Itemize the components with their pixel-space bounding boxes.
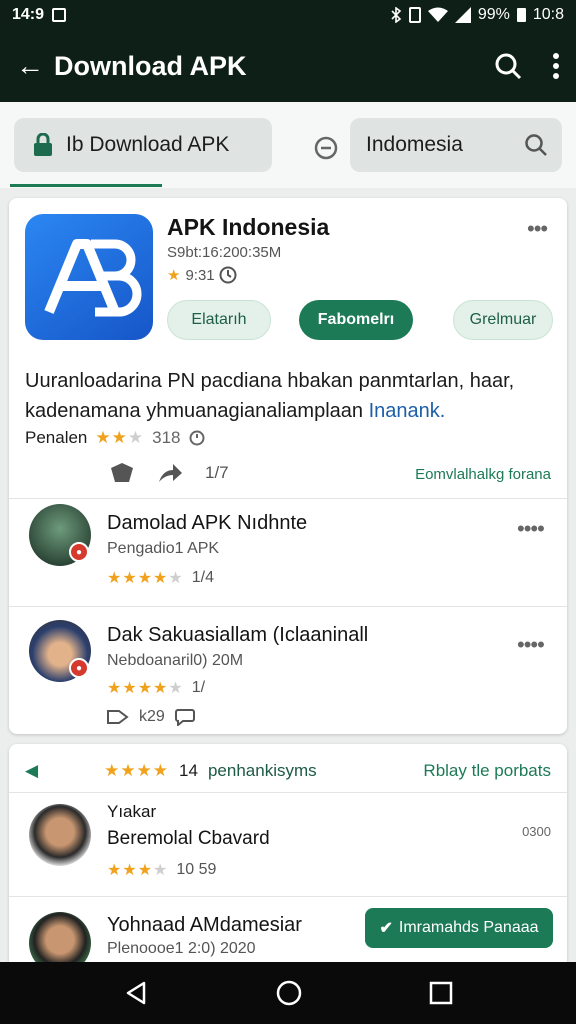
rating-stars: ★★★★★ bbox=[107, 570, 184, 587]
search-icon[interactable] bbox=[524, 133, 548, 157]
meta-rating-row: Penalen ★★★ 318 bbox=[25, 428, 205, 448]
app-icon[interactable] bbox=[25, 214, 153, 340]
badge-icon: ● bbox=[69, 542, 89, 562]
rating-count: 10 59 bbox=[176, 861, 217, 878]
download-apk-tab[interactable]: Ib Download APK bbox=[14, 118, 272, 172]
results-header: ◀ ★★★★ 14 penhankisyms Rblay tle porbats bbox=[25, 756, 551, 786]
bluetooth-icon bbox=[391, 7, 402, 23]
divider bbox=[9, 606, 567, 607]
app-title: APK Indonesia bbox=[167, 214, 330, 240]
vibrate-icon bbox=[408, 7, 421, 23]
search-icon[interactable] bbox=[494, 52, 522, 80]
header-stars: ★★★★ bbox=[104, 761, 170, 780]
meta-label: Penalen bbox=[25, 428, 88, 447]
system-nav-bar bbox=[0, 962, 576, 1024]
results-card: ◀ ★★★★ 14 penhankisyms Rblay tle porbats… bbox=[9, 744, 567, 974]
search-row: Ib Download APK Indomesia bbox=[0, 102, 576, 188]
meta-stars: ★★★ bbox=[95, 428, 145, 447]
divider bbox=[9, 792, 567, 793]
description-link[interactable]: Inanank. bbox=[369, 400, 446, 422]
meta-count: 318 bbox=[152, 428, 181, 447]
status-time: 14:9 bbox=[12, 6, 45, 23]
info-icon[interactable] bbox=[219, 266, 237, 284]
battery-percent: 99% bbox=[477, 6, 510, 23]
app-logo-icon bbox=[44, 239, 142, 317]
filter-icon[interactable] bbox=[314, 136, 338, 160]
rating-stars: ★★★★ bbox=[107, 862, 169, 879]
status-clock: 10:8 bbox=[532, 6, 564, 23]
app-bar: ← Download APK bbox=[0, 30, 576, 102]
list-item-title[interactable]: Dak Sakuasiallam (Iclaaninall bbox=[107, 624, 368, 647]
list-item-subtitle: Nebdoanaril0) 20M bbox=[107, 652, 244, 669]
description-line-2: kadenamana yhmuanagianaliamplaan bbox=[25, 400, 364, 422]
list-item-subtitle: Beremolal Cbavard bbox=[107, 828, 270, 849]
list-item-footer: k29 bbox=[107, 708, 195, 726]
header-link[interactable]: Rblay tle porbats bbox=[423, 761, 551, 781]
list-item-title[interactable]: Damolad APK Nıdhnte bbox=[107, 512, 307, 535]
secondary-button-right[interactable]: Grelmuar bbox=[453, 300, 553, 340]
header-count: 14 bbox=[179, 761, 198, 780]
share-icon[interactable] bbox=[157, 462, 183, 484]
more-link[interactable]: Eomvlalhalkg forana bbox=[415, 466, 551, 483]
list-item-title[interactable]: Yohnaad AMdamesiar bbox=[107, 914, 302, 937]
divider bbox=[9, 498, 567, 499]
wifi-icon bbox=[427, 7, 448, 22]
active-tab-indicator bbox=[10, 184, 162, 187]
list-item-rating: ★★★★★ 1/4 bbox=[107, 568, 214, 588]
back-arrow-icon[interactable]: ← bbox=[16, 50, 48, 82]
battery-icon bbox=[516, 8, 526, 22]
more-options-icon[interactable]: •••• bbox=[517, 516, 545, 542]
country-search-field[interactable]: Indomesia bbox=[350, 118, 562, 172]
divider bbox=[9, 896, 567, 897]
country-search-value: Indomesia bbox=[366, 133, 463, 156]
list-item-subtitle: Pengadio1 APK bbox=[107, 540, 220, 557]
more-options-icon[interactable]: ••• bbox=[527, 216, 548, 242]
avatar[interactable] bbox=[29, 804, 91, 866]
clock-icon bbox=[189, 430, 204, 446]
download-apk-tab-label: Ib Download APK bbox=[66, 133, 230, 156]
app-rating: ★ 9:31 bbox=[167, 266, 237, 284]
signal-icon bbox=[454, 7, 471, 23]
rating-count: 1/ bbox=[191, 679, 206, 696]
secondary-button-left[interactable]: Elatarıh bbox=[167, 300, 271, 340]
app-meta: S9bt:16:200:35M bbox=[167, 244, 282, 261]
list-item-subtitle: Plenoooe1 2:0) 2020 bbox=[107, 940, 256, 957]
download-icon[interactable] bbox=[109, 462, 135, 484]
overflow-menu-icon[interactable] bbox=[552, 53, 560, 79]
check-icon: ✔ bbox=[379, 920, 393, 937]
list-item-rating: ★★★★ 10 59 bbox=[107, 860, 216, 880]
recents-nav-icon[interactable] bbox=[428, 980, 454, 1006]
header-label: penhankisyms bbox=[207, 761, 317, 780]
app-description: Uuranloadarina PN pacdiana hbakan panmta… bbox=[25, 366, 555, 426]
badge-icon: ● bbox=[69, 658, 89, 678]
install-button[interactable]: ✔ Imramahds Panaaa bbox=[365, 908, 553, 948]
list-item-rating: ★★★★★ 1/ bbox=[107, 678, 205, 698]
footer-count: k29 bbox=[139, 708, 165, 725]
comment-icon[interactable] bbox=[174, 708, 195, 726]
action-count: 1/7 bbox=[205, 463, 229, 482]
status-bar: 14:9 99% 10:8 bbox=[0, 0, 576, 30]
primary-button[interactable]: Fabomelrı bbox=[299, 300, 413, 340]
notification-icon bbox=[52, 8, 67, 22]
back-nav-icon[interactable] bbox=[122, 979, 150, 1007]
list-item-side-value: 0300 bbox=[522, 824, 551, 839]
list-item-title[interactable]: Yıakar bbox=[107, 802, 156, 822]
tag-icon[interactable] bbox=[107, 709, 129, 725]
rating-stars: ★★★★★ bbox=[107, 680, 184, 697]
back-chevron-icon[interactable]: ◀ bbox=[25, 761, 38, 781]
page-title: Download APK bbox=[54, 50, 247, 81]
lock-icon bbox=[34, 133, 52, 156]
featured-card: APK Indonesia S9bt:16:200:35M ★ 9:31 •••… bbox=[9, 198, 567, 734]
rating-text: 9:31 bbox=[185, 266, 215, 284]
action-row: 1/7 bbox=[109, 462, 229, 484]
home-nav-icon[interactable] bbox=[275, 979, 303, 1007]
rating-stars: ★ bbox=[167, 267, 182, 284]
description-line-1: Uuranloadarina PN pacdiana hbakan panmta… bbox=[25, 370, 515, 392]
install-button-label: Imramahds Panaaa bbox=[398, 919, 539, 936]
more-options-icon[interactable]: •••• bbox=[517, 632, 545, 658]
rating-count: 1/4 bbox=[191, 569, 214, 586]
